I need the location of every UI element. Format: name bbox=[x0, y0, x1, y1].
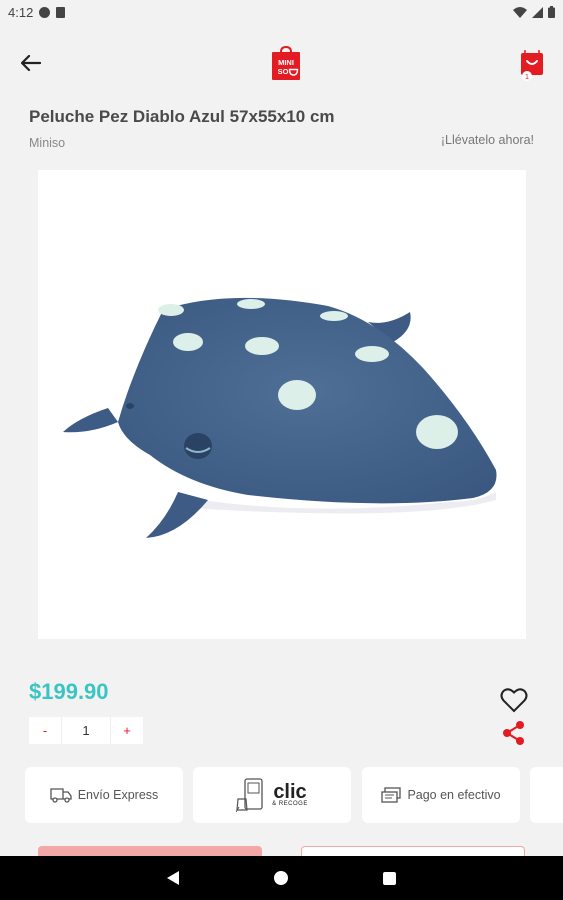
wifi-icon bbox=[513, 6, 527, 18]
product-title: Peluche Pez Diablo Azul 57x55x10 cm bbox=[29, 107, 335, 126]
favorite-button[interactable] bbox=[500, 687, 528, 713]
manta-ray-plush-illustration bbox=[63, 297, 497, 538]
miniso-logo: MINI SO bbox=[272, 46, 300, 80]
product-price: $199.90 bbox=[29, 679, 109, 704]
nav-back-icon[interactable] bbox=[167, 871, 179, 885]
quantity-value: 1 bbox=[61, 717, 111, 744]
phone-bag-icon bbox=[236, 778, 263, 813]
feature-label: Envío Express bbox=[77, 788, 159, 802]
feature-envio-express[interactable]: Envío Express bbox=[25, 767, 183, 823]
feature-sublabel: & RECOGE bbox=[272, 801, 308, 807]
feature-label: clic bbox=[273, 781, 307, 803]
nav-recents-icon[interactable] bbox=[383, 871, 396, 885]
nav-home-icon[interactable] bbox=[274, 871, 288, 885]
feature-pago-efectivo[interactable]: Pago en efectivo bbox=[362, 767, 520, 823]
system-nav-bar bbox=[0, 856, 563, 900]
cart-count-badge: 1 bbox=[525, 74, 529, 81]
data-saver-icon bbox=[39, 6, 51, 18]
quantity-increment-button[interactable]: + bbox=[111, 717, 143, 744]
share-button[interactable] bbox=[502, 720, 526, 746]
app-header: MINI SO 1 bbox=[0, 34, 563, 94]
heart-icon bbox=[500, 688, 528, 713]
logo-text-top: MINI bbox=[278, 58, 294, 67]
battery-icon bbox=[548, 6, 555, 18]
quantity-stepper: - 1 + bbox=[29, 717, 143, 744]
cash-icon bbox=[381, 786, 402, 803]
logo-text-bottom: SO bbox=[278, 67, 289, 76]
cart-button[interactable]: 1 bbox=[518, 50, 548, 82]
quantity-decrement-button[interactable]: - bbox=[29, 717, 61, 744]
status-time: 4:12 bbox=[8, 4, 34, 20]
product-tagline: ¡Llévatelo ahora! bbox=[440, 133, 534, 147]
feature-clic-recoge[interactable]: clic & RECOGE bbox=[193, 767, 351, 823]
feature-card-more[interactable] bbox=[530, 767, 563, 823]
delivery-truck-icon bbox=[50, 788, 72, 803]
feature-label: Pago en efectivo bbox=[407, 788, 501, 802]
arrow-left-icon bbox=[21, 55, 41, 71]
product-image[interactable] bbox=[38, 170, 526, 639]
status-bar: 4:12 bbox=[0, 0, 563, 24]
product-brand: Miniso bbox=[29, 136, 66, 150]
back-button[interactable] bbox=[14, 46, 48, 80]
sd-card-icon bbox=[56, 6, 66, 18]
signal-icon bbox=[532, 6, 543, 18]
